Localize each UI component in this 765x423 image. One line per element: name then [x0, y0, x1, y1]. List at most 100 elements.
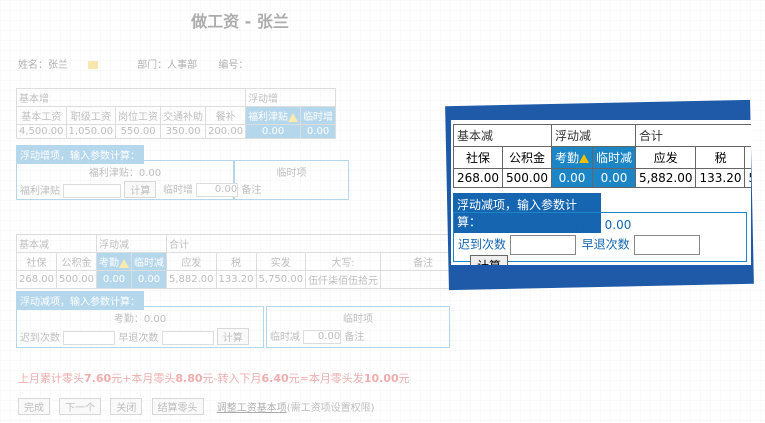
- cell-value: 5,750.00: [255, 270, 307, 289]
- employee-name: 姓名：张兰: [18, 60, 116, 71]
- cell-value: 268.00: [453, 168, 503, 188]
- zoom-callout: 基本减 浮动减 合计 社保 公积金 考勤 临时减 应发 税 实发 268.00 …: [451, 120, 751, 265]
- col-header: 实发: [255, 252, 307, 271]
- cell-value: 0.00: [96, 270, 132, 289]
- group-float-sub: 浮动减: [550, 124, 637, 147]
- group-total: 合计: [635, 124, 751, 147]
- cell-value: 0.00: [550, 168, 594, 188]
- cell-value: 268.00: [16, 270, 57, 289]
- early-count-input[interactable]: [633, 235, 700, 255]
- col-header: 应发: [166, 252, 217, 271]
- close-button[interactable]: 关闭: [110, 398, 143, 415]
- attendance-result: 考勤：0.00: [568, 218, 632, 232]
- col-header: 社保: [16, 252, 57, 271]
- adjust-base-link[interactable]: 调整工资基本项: [217, 403, 287, 414]
- late-count-label: 迟到次数: [20, 333, 60, 344]
- col-header: 实发: [744, 146, 751, 169]
- page-title: 做工资 - 张兰: [191, 12, 289, 31]
- folder-icon[interactable]: [88, 61, 98, 69]
- attendance-result: 考勤：0.00: [113, 314, 167, 325]
- cell-value: 500.00: [502, 168, 552, 188]
- cell-value: 500.00: [56, 270, 97, 289]
- col-header: 应发: [635, 146, 697, 169]
- calc-button[interactable]: 计算: [216, 328, 249, 345]
- early-count-label: 早退次数: [581, 237, 630, 252]
- welfare-input[interactable]: [63, 184, 122, 198]
- group-basic-add: 基本增: [15, 88, 247, 107]
- group-total: 合计: [165, 234, 467, 253]
- employee-info: 姓名：张兰 部门：人事部 编号：: [18, 56, 266, 71]
- cell-value: 4,500.00: [16, 124, 67, 139]
- calc-button[interactable]: 计算: [124, 181, 157, 198]
- remark-label: 备注: [241, 185, 262, 196]
- col-header: 餐补: [205, 106, 247, 125]
- col-header: 岗位工资: [115, 106, 162, 125]
- deductions-table: 基本减 浮动减 合计 社保 公积金 考勤 临时减 应发 税 实发 大写: 备注 …: [16, 234, 467, 289]
- next-button[interactable]: 下一个: [59, 398, 102, 415]
- col-header: 临时减: [131, 252, 167, 271]
- temp-sub-label: 临时减: [270, 332, 300, 343]
- warning-icon: [579, 154, 590, 163]
- cell-value: 1,050.00: [65, 124, 117, 139]
- cell-value: 550.00: [115, 124, 162, 139]
- cell-value: 5,750.00: [744, 168, 751, 188]
- warning-icon: [288, 112, 299, 122]
- cell-value: 350.00: [160, 124, 207, 139]
- col-header: 基本工资: [16, 106, 67, 125]
- late-count-input[interactable]: [509, 235, 576, 255]
- early-count-label: 早退次数: [118, 333, 159, 344]
- temp-add-title: 临时项: [276, 168, 307, 179]
- col-header: 考勤: [550, 146, 594, 169]
- settle-button[interactable]: 结算零头: [151, 398, 204, 415]
- col-header: 公积金: [56, 252, 97, 271]
- deductions-table-zoom: 基本减 浮动减 合计 社保 公积金 考勤 临时减 应发 税 实发 268.00 …: [453, 124, 751, 188]
- additions-table: 基本增 浮动增 基本工资 职级工资 岗位工资 交通补助 餐补 福利津贴 临时增 …: [15, 88, 337, 139]
- cell-value: 133.20: [215, 270, 257, 289]
- cell-value: 0.00: [592, 168, 637, 188]
- cell-value: 0.00: [245, 124, 302, 139]
- float-sub-panel: 考勤：0.00 迟到次数 早退次数 计算: [16, 306, 264, 348]
- temp-sub-panel: 临时项 临时减 0.00 备注: [266, 306, 450, 348]
- col-header: 福利津贴: [245, 106, 302, 125]
- col-header: 税: [215, 252, 257, 271]
- welfare-label: 福利津贴: [20, 186, 60, 197]
- cell-value: 200.00: [205, 124, 247, 139]
- col-header: 考勤: [96, 252, 132, 271]
- late-count-label: 迟到次数: [458, 237, 507, 252]
- adjust-note: (需工资项设置权限): [286, 403, 375, 414]
- col-header: 大写:: [305, 252, 382, 271]
- temp-add-panel: 临时项 临时增 0.00 备注: [163, 160, 349, 200]
- col-header: 公积金: [502, 146, 552, 169]
- group-basic-sub: 基本减: [16, 234, 97, 253]
- welfare-result: 福利津贴：0.00: [88, 168, 162, 179]
- col-header: 临时增: [300, 106, 337, 125]
- remark-label: 备注: [344, 332, 365, 343]
- warning-icon: [119, 258, 129, 268]
- cell-value: 0.00: [300, 124, 337, 139]
- temp-add-label: 临时增: [163, 185, 193, 196]
- employee-id: 编号：: [218, 60, 249, 71]
- group-basic-sub: 基本减: [453, 124, 552, 147]
- early-count-input[interactable]: [161, 331, 214, 345]
- col-header: 交通补助: [160, 106, 207, 125]
- cell-value: 0.00: [131, 270, 167, 289]
- employee-dept: 部门：人事部: [137, 60, 198, 71]
- late-count-input[interactable]: [63, 331, 116, 345]
- temp-add-input[interactable]: 0.00: [196, 183, 239, 197]
- float-sub-panel: 考勤：0.00 迟到次数 早退次数 计算: [453, 212, 747, 265]
- col-header: 职级工资: [65, 106, 117, 125]
- temp-sub-title: 临时项: [343, 314, 373, 325]
- group-float-sub: 浮动减: [96, 234, 167, 253]
- cell-value: 伍仟柒佰伍拾元: [305, 270, 382, 289]
- finish-button[interactable]: 完成: [18, 398, 50, 415]
- temp-sub-input[interactable]: 0.00: [303, 330, 342, 344]
- rounding-summary: 上月累计零头7.60元+本月零头8.80元-转入下月6.40元=本月零头发10.…: [18, 372, 410, 385]
- cell-value: 133.20: [695, 168, 746, 188]
- cell-value: 5,882.00: [635, 168, 697, 188]
- cell-value: 5,882.00: [166, 270, 217, 289]
- col-header: 社保: [453, 146, 503, 169]
- calc-button[interactable]: 计算: [470, 255, 509, 265]
- col-header: 临时减: [592, 146, 637, 169]
- action-bar: 完成 下一个 关闭 结算零头 调整工资基本项(需工资项设置权限): [18, 398, 375, 415]
- col-header: 税: [695, 146, 746, 169]
